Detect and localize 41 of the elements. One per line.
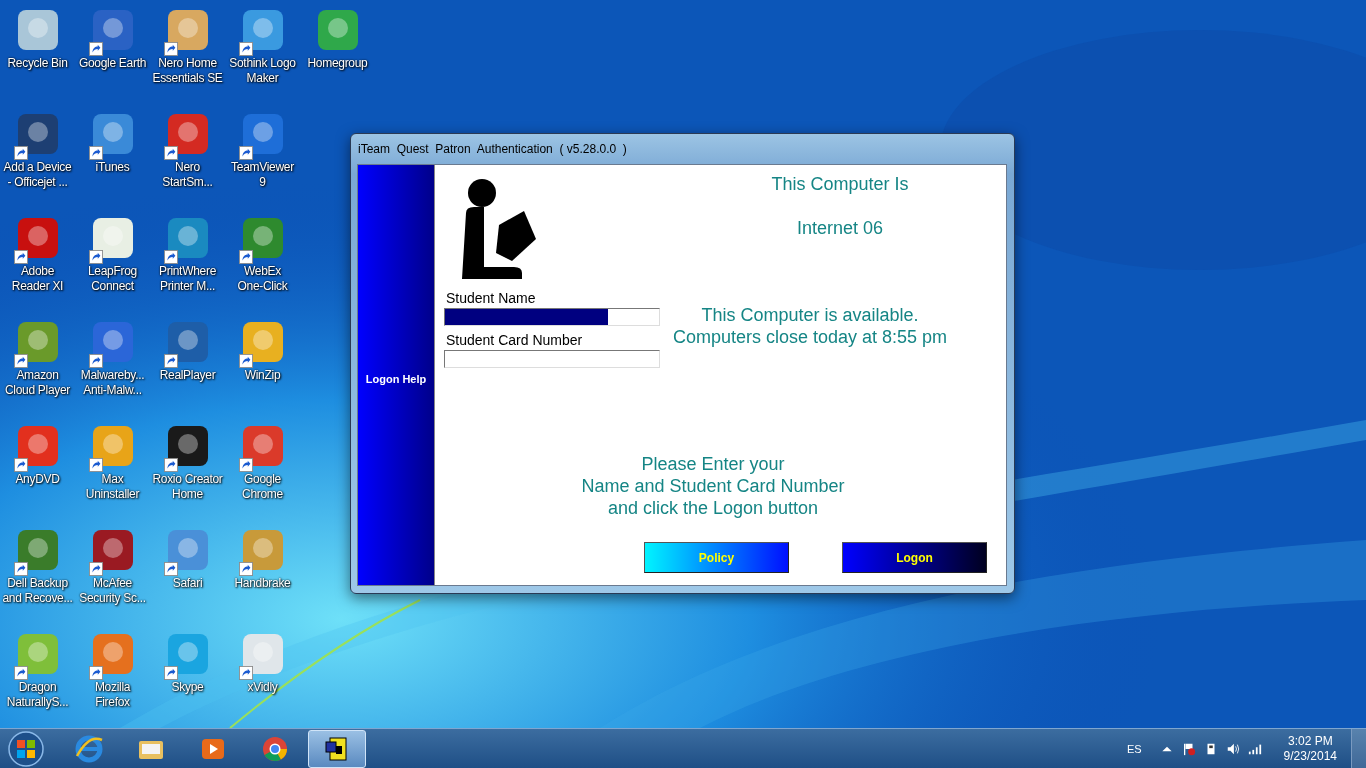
computer-name: Internet 06 (796, 217, 884, 239)
status-text: This Computer is available. (701, 304, 919, 326)
desktop-icon-label[interactable]: LeapFrog Connect (88, 264, 137, 294)
desktop-icon-label[interactable]: Adobe Reader XI (11, 264, 64, 294)
desktop-icon-label[interactable]: PrintWhere Printer M... (159, 264, 216, 294)
computer-heading: This Computer Is (771, 173, 909, 195)
desktop-icon-label[interactable]: Add a Device - Officejet ... (3, 160, 72, 190)
volume-icon[interactable] (1225, 741, 1240, 756)
desktop-icon-label[interactable]: Sothink Logo Maker (229, 56, 296, 86)
desktop-icon-label[interactable]: WebEx One-Click (237, 264, 288, 294)
desktop-icon-label[interactable]: Malwareby... Anti-Malw... (80, 368, 145, 398)
student-card-field[interactable] (444, 350, 660, 368)
desktop-icon-label[interactable]: RealPlayer (159, 368, 216, 383)
desktop-icon-label[interactable]: iTunes (95, 160, 130, 175)
desktop-icon-label[interactable]: Nero StartSm... (162, 160, 213, 190)
instruction-text: Name and Student Card Number (581, 475, 845, 497)
clock-time[interactable]: 3:02 PM (1287, 733, 1333, 749)
logon-button[interactable]: Logon (842, 542, 987, 573)
desktop-icon-label[interactable]: Nero Home Essentials SE (152, 56, 223, 86)
desktop-icon-label[interactable]: Recycle Bin (7, 56, 68, 71)
clock-date[interactable]: 9/23/2014 (1283, 748, 1337, 764)
student-name-field[interactable] (444, 308, 660, 326)
language-indicator[interactable]: ES (1126, 742, 1142, 755)
flag-icon[interactable] (1181, 741, 1196, 756)
taskbar-button[interactable] (308, 729, 366, 768)
field-label: Student Card Number (446, 332, 584, 348)
policy-button[interactable]: Policy (644, 542, 789, 573)
instruction-text: Please Enter your (641, 453, 785, 475)
logon-help-link[interactable]: Logon Help (365, 373, 427, 385)
start-button[interactable] (6, 728, 46, 768)
desktop-icon-label[interactable]: Google Earth (78, 56, 147, 71)
status-text: Computers close today at 8:55 pm (672, 326, 948, 348)
browser-e-icon (74, 733, 104, 764)
desktop-icon-label[interactable]: Amazon Cloud Player (4, 368, 71, 398)
instruction-text: and click the Logon button (607, 497, 819, 519)
desktop-icon-label[interactable]: Homegroup (307, 56, 368, 71)
field-label: Student Name (446, 290, 537, 306)
desktop-icon-label[interactable]: WinZip (244, 368, 281, 383)
desktop-icon-label[interactable]: AnyDVD (15, 472, 60, 487)
desktop-icon-label[interactable]: TeamViewer 9 (231, 160, 294, 190)
window-title: iTeam Quest Patron Authentication ( v5.28.0.0 ) (358, 142, 627, 156)
